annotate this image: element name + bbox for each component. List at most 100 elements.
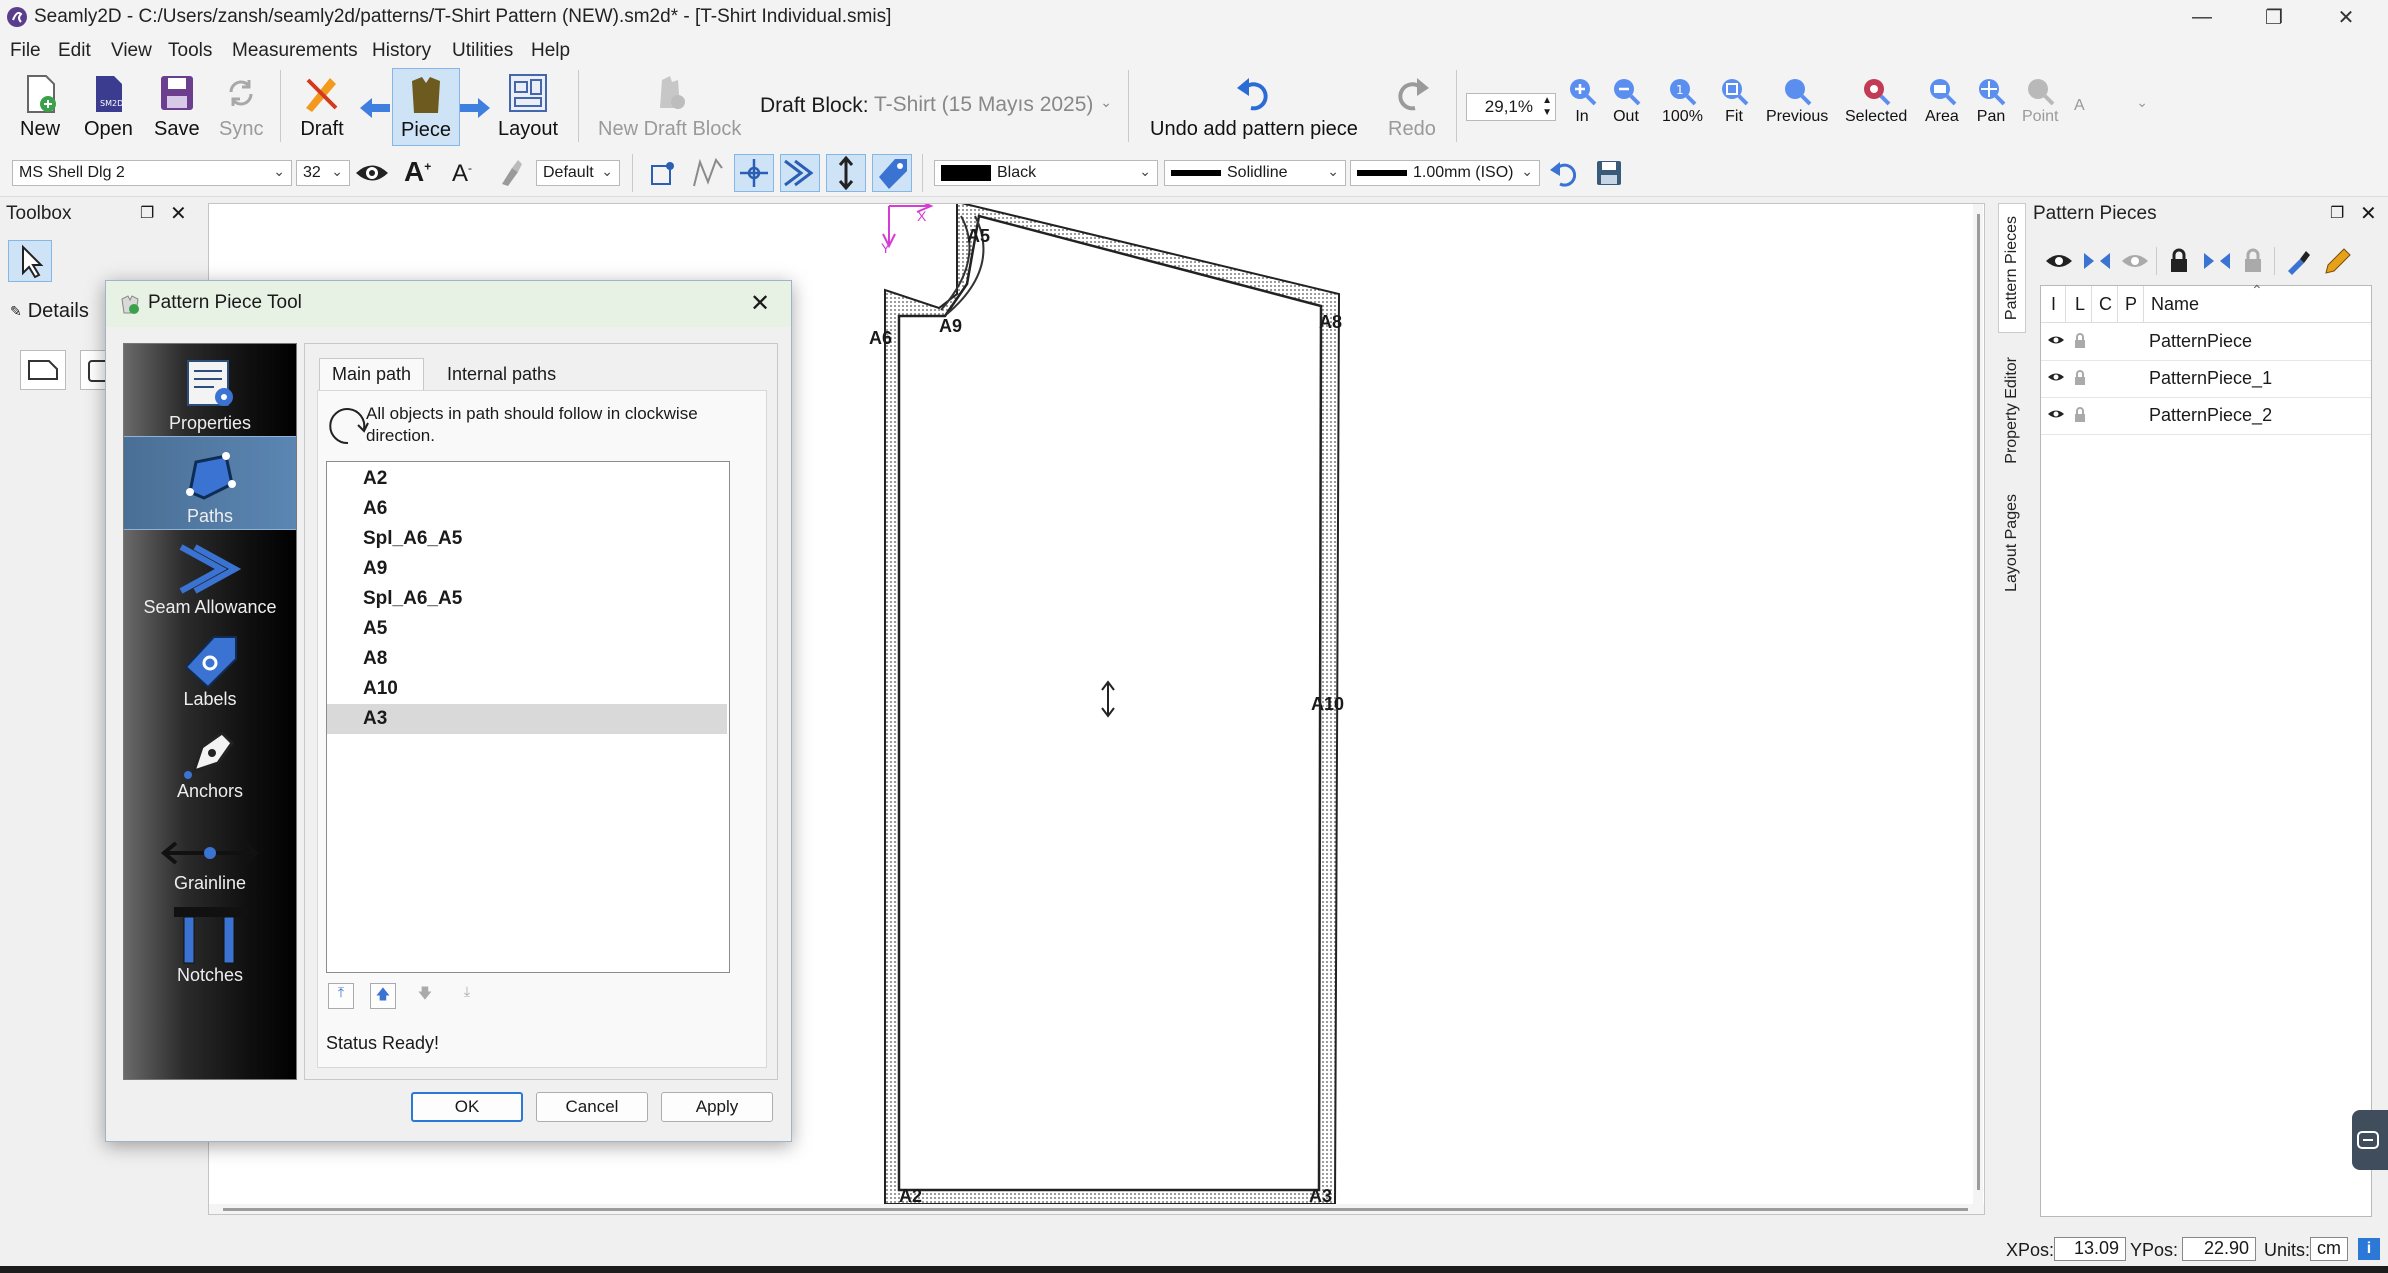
zoom-out-button[interactable]: Out xyxy=(1611,76,1641,126)
tab-layout-pages[interactable]: Layout Pages xyxy=(1998,480,2026,605)
piece-mode-button[interactable]: Piece xyxy=(392,68,460,146)
table-row[interactable]: PatternPiece xyxy=(2041,323,2371,361)
eye-icon[interactable] xyxy=(354,160,390,186)
spin-arrows-icon[interactable]: ▲ ▼ xyxy=(1542,95,1552,119)
menu-tools[interactable]: Tools xyxy=(168,40,212,62)
label-tool-button[interactable] xyxy=(872,154,912,192)
pan-button[interactable]: Pan xyxy=(1976,76,2006,126)
draft-mode-button[interactable]: Draft xyxy=(300,72,344,141)
menu-file[interactable]: File xyxy=(10,40,41,62)
lock-all-icon[interactable] xyxy=(2164,247,2194,275)
invert-lock-icon[interactable] xyxy=(2202,247,2232,275)
font-combo[interactable]: MS Shell Dlg 2 ⌄ xyxy=(12,160,292,186)
edit-pencil-icon[interactable] xyxy=(2322,247,2352,275)
sidebar-item-anchors[interactable]: Anchors xyxy=(124,712,296,804)
menu-view[interactable]: View xyxy=(111,40,152,62)
menu-utilities[interactable]: Utilities xyxy=(452,40,513,62)
draft-block-combo[interactable]: T-Shirt (15 Mayıs 2025) ⌄ xyxy=(868,88,1118,122)
undo-button[interactable]: Undo add pattern piece xyxy=(1150,72,1358,141)
tab-pattern-pieces[interactable]: Pattern Pieces xyxy=(1998,203,2026,333)
menu-edit[interactable]: Edit xyxy=(58,40,91,62)
font-size-increase-icon[interactable]: A+ xyxy=(404,156,431,188)
path-list-item[interactable]: A10 xyxy=(327,674,727,704)
label-mode-combo[interactable]: Default ⌄ xyxy=(536,160,620,186)
redo-button[interactable]: Redo xyxy=(1388,72,1436,141)
point-label-a6[interactable]: A6 xyxy=(869,328,892,349)
side-widget-button[interactable] xyxy=(2352,1110,2388,1170)
restore-button[interactable]: ❐ xyxy=(2238,0,2310,34)
path-list-item[interactable]: A6 xyxy=(327,494,727,524)
zoom-point-button[interactable]: Point xyxy=(2022,76,2058,126)
column-p[interactable]: P xyxy=(2125,294,2137,315)
label-brush-icon[interactable] xyxy=(496,158,526,188)
horizontal-scrollbar[interactable] xyxy=(209,1204,1984,1214)
path-list-item[interactable]: A5 xyxy=(327,614,727,644)
sidebar-item-paths[interactable]: Paths xyxy=(124,436,296,530)
reset-style-icon[interactable] xyxy=(1548,158,1578,188)
menu-history[interactable]: History xyxy=(372,40,431,62)
new-button[interactable]: New xyxy=(20,72,60,141)
new-draft-block-button[interactable]: New Draft Block xyxy=(598,72,741,141)
apply-button[interactable]: Apply xyxy=(661,1092,773,1122)
path-list-item[interactable]: A8 xyxy=(327,644,727,674)
ok-button[interactable]: OK xyxy=(411,1092,523,1122)
path-list-item[interactable]: Spl_A6_A5 xyxy=(327,584,727,614)
path-list-item-selected[interactable]: A3 xyxy=(327,704,727,734)
invert-visibility-icon[interactable] xyxy=(2082,247,2112,275)
save-button[interactable]: Save xyxy=(154,72,200,141)
point-tool-icon[interactable] xyxy=(646,156,680,190)
float-dock-icon[interactable]: ❐ xyxy=(2330,203,2344,223)
tab-main-path[interactable]: Main path xyxy=(319,358,425,390)
move-down-icon[interactable]: 🡇 xyxy=(412,983,438,1009)
seam-allowance-tool-button[interactable] xyxy=(780,154,820,192)
zoom-100-button[interactable]: 1 100% xyxy=(1662,76,1703,126)
layout-mode-button[interactable]: Layout xyxy=(498,72,558,141)
grainline-tool-button[interactable] xyxy=(826,154,866,192)
show-all-eye-icon[interactable] xyxy=(2044,247,2074,275)
sidebar-item-grainline[interactable]: Grainline xyxy=(124,804,296,896)
open-button[interactable]: SM2D Open xyxy=(84,72,133,141)
line-color-combo[interactable]: Black ⌄ xyxy=(934,160,1158,186)
line-weight-combo[interactable]: 1.00mm (ISO) ⌄ xyxy=(1350,160,1540,186)
info-icon[interactable]: i xyxy=(2358,1238,2380,1260)
menu-measurements[interactable]: Measurements xyxy=(232,40,358,62)
zoom-input[interactable]: 29,1% ▲ ▼ xyxy=(1466,93,1556,121)
zoom-in-button[interactable]: In xyxy=(1567,76,1597,126)
close-dock-icon[interactable]: ✕ xyxy=(2360,201,2377,226)
zoom-selected-button[interactable]: Selected xyxy=(1845,76,1907,126)
dialog-close-icon[interactable]: ✕ xyxy=(750,289,770,318)
details-tab[interactable]: ✎ Details xyxy=(10,296,106,326)
anchor-tool-button[interactable] xyxy=(734,154,774,192)
visible-eye-icon[interactable] xyxy=(2047,333,2065,347)
piece-tool-button[interactable] xyxy=(20,350,66,390)
column-l[interactable]: L xyxy=(2075,294,2085,315)
lock-icon[interactable] xyxy=(2073,333,2087,349)
tab-property-editor[interactable]: Property Editor xyxy=(1998,345,2026,475)
line-tool-icon[interactable] xyxy=(690,156,724,190)
sidebar-item-properties[interactable]: Properties xyxy=(124,344,296,436)
close-window-button[interactable]: ✕ xyxy=(2310,0,2382,34)
cancel-button[interactable]: Cancel xyxy=(536,1092,648,1122)
line-type-combo[interactable]: Solidline ⌄ xyxy=(1164,160,1346,186)
arrow-tool-button[interactable] xyxy=(8,240,52,282)
save-style-icon[interactable] xyxy=(1594,158,1624,188)
zoom-previous-button[interactable]: Previous xyxy=(1766,76,1828,126)
sidebar-item-labels[interactable]: Labels xyxy=(124,620,296,712)
unlock-all-icon[interactable] xyxy=(2238,247,2268,275)
vertical-scroll-thumb[interactable] xyxy=(1977,214,1980,1190)
close-dock-icon[interactable]: ✕ xyxy=(170,201,187,226)
menu-help[interactable]: Help xyxy=(531,40,570,62)
minimize-button[interactable]: — xyxy=(2166,0,2238,34)
horizontal-scroll-thumb[interactable] xyxy=(223,1208,1968,1211)
move-bottom-icon[interactable]: ⤓ xyxy=(454,983,480,1009)
font-size-combo[interactable]: 32 ⌄ xyxy=(296,160,350,186)
point-label-a10[interactable]: A10 xyxy=(1311,694,1344,715)
color-picker-icon[interactable] xyxy=(2282,247,2312,275)
path-list-item[interactable]: A2 xyxy=(327,464,727,494)
table-row[interactable]: PatternPiece_1 xyxy=(2041,360,2371,398)
lock-icon[interactable] xyxy=(2073,370,2087,386)
hide-all-eye-icon[interactable] xyxy=(2120,247,2150,275)
sidebar-item-notches[interactable]: Notches xyxy=(124,896,296,988)
zoom-area-button[interactable]: Area xyxy=(1925,76,1959,126)
lock-icon[interactable] xyxy=(2073,407,2087,423)
